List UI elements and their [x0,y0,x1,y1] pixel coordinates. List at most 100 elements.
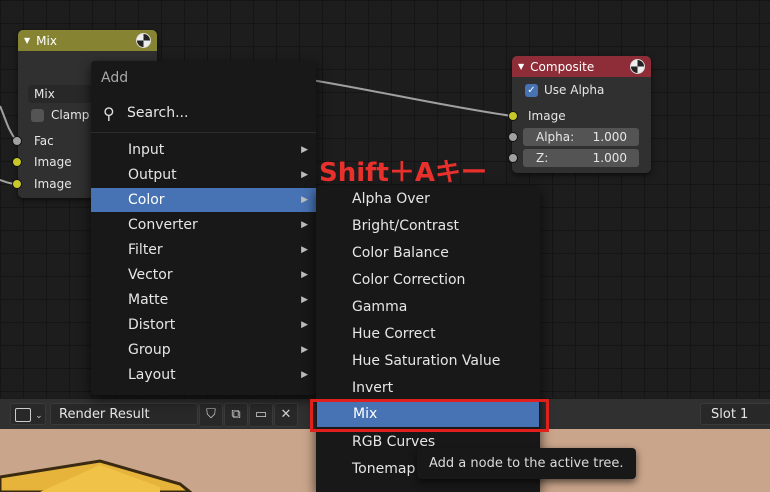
composite-image-socket[interactable] [508,111,518,121]
composite-node-header[interactable]: ▼ Composite [512,56,651,77]
alpha-field[interactable]: Alpha: 1.000 [523,128,639,146]
menu-item-label: Input [128,142,165,158]
menu-item-matte[interactable]: Matte ▶ [91,288,316,312]
submenu-item-color-correction[interactable]: Color Correction [316,267,540,294]
clamp-label: Clamp [51,108,90,122]
alpha-value: 1.000 [592,130,627,144]
image-socket-2[interactable] [12,179,22,189]
menu-item-layout[interactable]: Layout ▶ [91,363,316,387]
shield-icon: ⛉ [206,407,216,422]
submenu-arrow-icon: ▶ [301,245,308,255]
submenu-item-label: Invert [352,380,394,396]
blend-mode-value: Mix [34,87,55,101]
menu-item-group[interactable]: Group ▶ [91,338,316,362]
submenu-item-hue-correct[interactable]: Hue Correct [316,321,540,348]
submenu-arrow-icon: ▶ [301,295,308,305]
submenu-item-alpha-over[interactable]: Alpha Over [316,186,540,213]
color-submenu: Alpha Over Bright/Contrast Color Balance… [316,186,540,492]
alpha-socket[interactable] [508,132,518,142]
submenu-item-gamma[interactable]: Gamma [316,294,540,321]
image-socket-1[interactable] [12,157,22,167]
submenu-arrow-icon: ▶ [301,345,308,355]
duplicate-icon: ⧉ [231,407,241,422]
menu-item-label: Filter [128,242,163,258]
submenu-item-label: Alpha Over [352,191,430,207]
composite-node[interactable]: ▼ Composite ✓ Use Alpha Image Alpha: 1.0… [512,56,651,173]
menu-item-distort[interactable]: Distort ▶ [91,313,316,337]
use-alpha-label: Use Alpha [544,83,605,97]
menu-item-label: Output [128,167,177,183]
menu-item-vector[interactable]: Vector ▶ [91,263,316,287]
z-label: Z: [536,151,549,165]
fake-user-button[interactable]: ⛉ [199,403,223,427]
submenu-arrow-icon: ▶ [301,170,308,180]
collapse-triangle-icon[interactable]: ▼ [24,36,30,45]
submenu-item-label: Color Correction [352,272,466,288]
add-menu-title: Add [101,70,129,86]
menu-item-label: Group [128,342,171,358]
menu-item-label: Layout [128,367,176,383]
duplicate-button[interactable]: ⧉ [224,403,248,427]
composite-image-label: Image [528,109,566,123]
alpha-label: Alpha: [536,130,575,144]
menu-item-converter[interactable]: Converter ▶ [91,213,316,237]
collapse-triangle-icon[interactable]: ▼ [518,62,524,71]
menu-item-label: Distort [128,317,176,333]
menu-item-filter[interactable]: Filter ▶ [91,238,316,262]
image-input-label-2: Image [34,177,72,191]
submenu-item-label: Bright/Contrast [352,218,460,234]
slot-value: Slot 1 [711,407,749,422]
clamp-checkbox[interactable] [31,109,44,122]
submenu-item-hue-saturation-value[interactable]: Hue Saturation Value [316,348,540,375]
z-value: 1.000 [592,151,627,165]
menu-item-label: Color [128,192,165,208]
submenu-arrow-icon: ▶ [301,145,308,155]
menu-item-label: Converter [128,217,198,233]
shortcut-annotation: Shift＋Aキー [319,158,488,188]
menu-item-output[interactable]: Output ▶ [91,163,316,187]
menu-item-input[interactable]: Input ▶ [91,138,316,162]
submenu-arrow-icon: ▶ [301,270,308,280]
submenu-item-label: Hue Correct [352,326,436,342]
menu-item-color[interactable]: Color ▶ [91,188,316,212]
use-alpha-checkbox[interactable]: ✓ [525,84,538,97]
chevron-down-icon: ⌄ [35,411,43,421]
fac-socket[interactable] [12,136,22,146]
composite-node-title: Composite [530,59,595,74]
unlink-button[interactable]: ✕ [274,403,298,427]
search-icon: ⚲ [103,104,115,123]
submenu-item-label: Tonemap [352,461,416,477]
folder-icon: ▭ [254,407,268,422]
z-field[interactable]: Z: 1.000 [523,149,639,167]
mix-node-header[interactable]: ▼ Mix [18,30,157,51]
submenu-item-invert[interactable]: Invert [316,375,540,402]
submenu-item-label: Gamma [352,299,408,315]
search-label: Search... [127,105,189,121]
submenu-item-label: Hue Saturation Value [352,353,501,369]
image-input-label-1: Image [34,155,72,169]
submenu-arrow-icon: ▶ [301,195,308,205]
close-icon: ✕ [280,407,292,422]
submenu-item-color-balance[interactable]: Color Balance [316,240,540,267]
preview-sphere-icon [136,33,151,48]
submenu-arrow-icon: ▶ [301,220,308,230]
image-name: Render Result [59,407,150,422]
preview-sphere-icon [630,59,645,74]
image-editor-icon [15,407,31,422]
editor-type-button[interactable]: ⌄ [10,403,46,425]
fac-input-label: Fac [34,134,54,148]
open-image-button[interactable]: ▭ [249,403,273,427]
image-name-field[interactable]: Render Result [50,403,198,425]
z-socket[interactable] [508,153,518,163]
submenu-arrow-icon: ▶ [301,320,308,330]
menu-separator [91,132,316,133]
add-menu: Add ⚲ Search... Input ▶ Output ▶ Color ▶ Co… [91,61,316,395]
submenu-arrow-icon: ▶ [301,370,308,380]
mix-highlight-box [310,399,549,432]
submenu-item-label: Color Balance [352,245,449,261]
submenu-item-bright-contrast[interactable]: Bright/Contrast [316,213,540,240]
slot-select[interactable]: Slot 1 [700,403,770,425]
menu-item-label: Vector [128,267,173,283]
search-item[interactable]: ⚲ Search... [91,101,316,127]
mix-node-title: Mix [36,33,57,48]
